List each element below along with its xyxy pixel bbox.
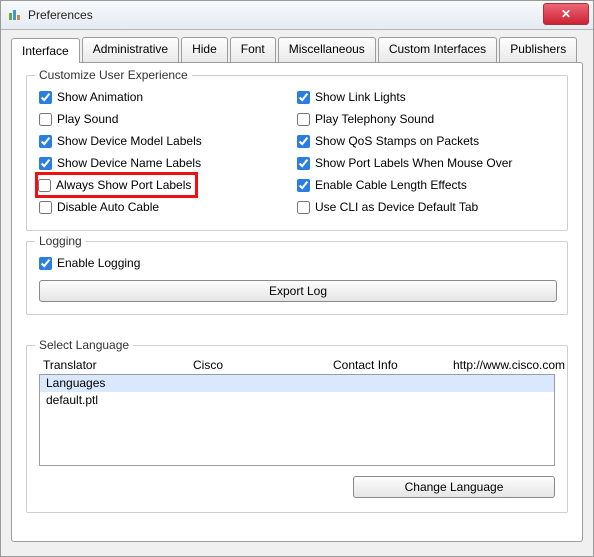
app-icon xyxy=(7,7,23,23)
titlebar: Preferences ✕ xyxy=(1,1,593,30)
chk-enable-cable-len[interactable] xyxy=(297,179,310,192)
chk-disable-auto-cable[interactable] xyxy=(39,201,52,214)
col-contact: Contact Info xyxy=(333,358,453,372)
lbl-show-animation: Show Animation xyxy=(57,90,143,104)
chk-show-device-name[interactable] xyxy=(39,157,52,170)
col-cisco: Cisco xyxy=(193,358,333,372)
highlight-always-show-port: Always Show Port Labels xyxy=(35,172,198,198)
lbl-show-port-hover: Show Port Labels When Mouse Over xyxy=(315,156,512,170)
client-area: Interface Administrative Hide Font Misce… xyxy=(1,29,593,556)
close-icon: ✕ xyxy=(561,8,571,20)
tab-custom-interfaces[interactable]: Custom Interfaces xyxy=(378,37,497,62)
lbl-always-show-port: Always Show Port Labels xyxy=(56,178,191,192)
tab-font[interactable]: Font xyxy=(230,37,276,62)
language-row-languages[interactable]: Languages xyxy=(40,375,554,392)
change-language-button[interactable]: Change Language xyxy=(353,476,555,498)
chk-show-qos[interactable] xyxy=(297,135,310,148)
col-url: http://www.cisco.com xyxy=(453,358,565,372)
lbl-enable-cable-len: Enable Cable Length Effects xyxy=(315,178,467,192)
group-select-language: Select Language Translator Cisco Contact… xyxy=(26,345,568,513)
group-legend-logging: Logging xyxy=(35,234,86,248)
chk-show-device-model[interactable] xyxy=(39,135,52,148)
export-log-button[interactable]: Export Log xyxy=(39,280,557,302)
tab-interface[interactable]: Interface xyxy=(11,38,80,63)
tab-publishers[interactable]: Publishers xyxy=(499,37,577,62)
chk-enable-logging[interactable] xyxy=(39,257,52,270)
language-header: Translator Cisco Contact Info http://www… xyxy=(39,356,555,374)
chk-play-sound[interactable] xyxy=(39,113,52,126)
chk-show-port-hover[interactable] xyxy=(297,157,310,170)
col-translator: Translator xyxy=(43,358,193,372)
language-list[interactable]: Languages default.ptl xyxy=(39,374,555,466)
lbl-show-link-lights: Show Link Lights xyxy=(315,90,406,104)
group-customize-ux: Customize User Experience Show Animation… xyxy=(26,75,568,231)
window-title: Preferences xyxy=(28,8,93,22)
lbl-enable-logging: Enable Logging xyxy=(57,256,140,270)
preferences-window: Preferences ✕ Interface Administrative H… xyxy=(0,0,594,557)
lbl-show-qos: Show QoS Stamps on Packets xyxy=(315,134,479,148)
lbl-show-device-name: Show Device Name Labels xyxy=(57,156,201,170)
lbl-disable-auto-cable: Disable Auto Cable xyxy=(57,200,159,214)
lbl-show-device-model: Show Device Model Labels xyxy=(57,134,202,148)
tab-strip: Interface Administrative Hide Font Misce… xyxy=(11,37,583,62)
chk-show-animation[interactable] xyxy=(39,91,52,104)
tab-miscellaneous[interactable]: Miscellaneous xyxy=(278,37,376,62)
chk-use-cli-default[interactable] xyxy=(297,201,310,214)
group-logging: Logging Enable Logging Export Log xyxy=(26,241,568,315)
lbl-use-cli-default: Use CLI as Device Default Tab xyxy=(315,200,478,214)
chk-always-show-port[interactable] xyxy=(38,179,51,192)
tab-administrative[interactable]: Administrative xyxy=(82,37,179,62)
chk-show-link-lights[interactable] xyxy=(297,91,310,104)
lbl-play-sound: Play Sound xyxy=(57,112,118,126)
close-button[interactable]: ✕ xyxy=(543,3,589,25)
language-row-default[interactable]: default.ptl xyxy=(40,392,554,409)
chk-play-telephony[interactable] xyxy=(297,113,310,126)
tab-hide[interactable]: Hide xyxy=(181,37,228,62)
group-legend-language: Select Language xyxy=(35,338,133,352)
lbl-play-telephony: Play Telephony Sound xyxy=(315,112,434,126)
group-legend-ux: Customize User Experience xyxy=(35,68,192,82)
tab-panel-interface: Customize User Experience Show Animation… xyxy=(11,62,583,542)
